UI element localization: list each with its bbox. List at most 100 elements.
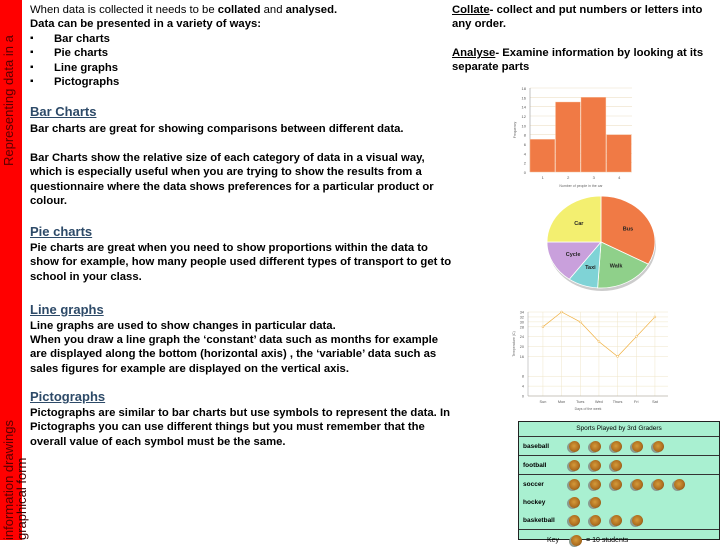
ball-icon (674, 478, 685, 490)
y-tick-label: 16 (520, 355, 524, 359)
pictograph-row: baseball (519, 437, 719, 456)
pie-label: Taxi (585, 265, 596, 271)
list-item: Line graphs (30, 61, 430, 76)
ball-icon (653, 440, 664, 452)
pictographs-p1: Pictographs are similar to bar charts bu… (30, 407, 450, 448)
pie-chart: Bus Walk Taxi Cycle Car (546, 195, 656, 291)
ball-icon (590, 459, 601, 471)
pie-charts-p1: Pie charts are great when you need to sh… (30, 242, 452, 283)
x-tick-label: 3 (593, 175, 596, 180)
line-graphs-p1: Line graphs are used to show changes in … (30, 320, 336, 332)
line-graphs-heading[interactable]: Line graphs (30, 302, 104, 317)
y-tick-label: 8 (522, 375, 524, 379)
ball-icon (569, 440, 580, 452)
row-label: soccer (523, 480, 544, 488)
ball-icon (611, 478, 622, 490)
data-point (653, 315, 657, 319)
presentation-list: Bar charts Pie charts Line graphs Pictog… (30, 32, 430, 90)
row-label: basketball (523, 516, 555, 524)
data-point (616, 355, 619, 358)
pie-label: Bus (623, 226, 633, 232)
x-tick-label: Tues (576, 400, 584, 404)
pictographs-heading[interactable]: Pictographs (30, 389, 105, 404)
y-tick-label: 4 (524, 151, 527, 156)
ball-icon (632, 440, 643, 452)
list-item: Bar charts (30, 32, 430, 47)
list-item: Pictographs (30, 75, 430, 90)
ball-icon (590, 514, 601, 526)
y-axis-label: Frequency (513, 121, 517, 138)
y-tick-label: 14 (522, 105, 527, 110)
ball-icon (590, 440, 601, 452)
row-label: hockey (523, 498, 546, 506)
data-point (579, 320, 582, 324)
y-tick-label: 24 (520, 335, 524, 339)
y-tick-label: 28 (520, 325, 524, 329)
bar-charts-p1: Bar charts are great for showing compari… (30, 123, 404, 135)
ball-icon (632, 514, 643, 526)
bar (529, 139, 556, 173)
data-point (635, 335, 638, 338)
line-chart: 0 4 8 16 20 24 28303234 Sun Mon Tues Wed Thurs Fri Sa… (512, 311, 668, 411)
bar-charts-p2: Bar Charts show the relative size of eac… (30, 152, 434, 208)
y-tick-label: 32 (520, 315, 524, 319)
y-tick-label: 0 (522, 395, 524, 399)
intro-line-1: When data is collected it needs to be co… (30, 4, 338, 16)
ball-icon (569, 459, 580, 471)
list-item: Pie charts (30, 46, 430, 61)
pictograph-row: hockey (519, 493, 719, 511)
x-tick-label: Thurs (613, 400, 623, 404)
pie-charts-heading[interactable]: Pie charts (30, 224, 92, 239)
row-label: baseball (523, 442, 550, 450)
x-tick-label: 4 (618, 175, 621, 180)
y-tick-label: 8 (524, 133, 527, 138)
x-tick-label: 2 (567, 175, 570, 180)
ball-icon (569, 514, 580, 526)
x-tick-label: Sat (652, 400, 659, 404)
y-tick-label: 6 (524, 142, 527, 147)
y-tick-label: 12 (522, 114, 527, 119)
x-tick-label: Fri (634, 400, 639, 404)
y-tick-label: 2 (524, 161, 527, 166)
bar (606, 134, 632, 173)
pictograph-key: Key = 10 students (519, 530, 719, 550)
bar (555, 101, 581, 173)
ball-icon (569, 496, 580, 508)
intro-block: When data is collected it needs to be co… (30, 3, 430, 90)
x-axis-label: Number of people in the car (559, 184, 603, 188)
line-graphs-p2: When you draw a line graph the ‘constant… (30, 334, 439, 375)
key-value: = 10 students (586, 536, 629, 544)
key-label: Key (547, 536, 560, 544)
y-tick-label: 18 (522, 86, 527, 91)
ball-icon (653, 478, 664, 490)
data-point (541, 325, 545, 329)
pie-label: Walk (610, 263, 624, 269)
ball-icon (590, 478, 601, 490)
intro-line-2: Data can be presented in a variety of wa… (30, 18, 262, 31)
x-tick-label: Wed (595, 400, 603, 404)
pie-slice (546, 195, 602, 243)
x-tick-label: Sun (540, 400, 547, 404)
x-axis-label: Days of the week (575, 407, 602, 411)
ball-icon (611, 459, 622, 471)
pictograph-row: soccer (519, 475, 719, 493)
collate-definition: Collate- collect and put numbers or lett… (452, 4, 703, 31)
y-tick-label: 10 (522, 123, 527, 128)
pictograph-row: basketball (519, 511, 719, 530)
pie-label: Car (574, 221, 584, 227)
y-tick-label: 34 (520, 311, 524, 315)
ball-icon (632, 478, 643, 490)
bar-charts-heading[interactable]: Bar Charts (30, 104, 96, 119)
pictograph-table: Sports Played by 3rd Graders baseball foo… (518, 421, 720, 546)
sidebar-title-bottom-2: graphical form (14, 457, 29, 540)
definitions-block: Collate- collect and put numbers or lett… (452, 3, 712, 75)
ball-icon (569, 478, 580, 490)
bar-chart: 0246810121416181 2 3 4Number of people in t… (513, 86, 632, 188)
sidebar-title-top: Representing data in a (1, 35, 16, 166)
pie-label: Cycle (566, 252, 581, 258)
row-label: football (523, 461, 547, 469)
data-point (597, 340, 601, 343)
x-tick-label: 1 (542, 175, 545, 180)
pictograph-title: Sports Played by 3rd Graders (519, 422, 719, 437)
y-tick-label: 20 (520, 345, 524, 349)
